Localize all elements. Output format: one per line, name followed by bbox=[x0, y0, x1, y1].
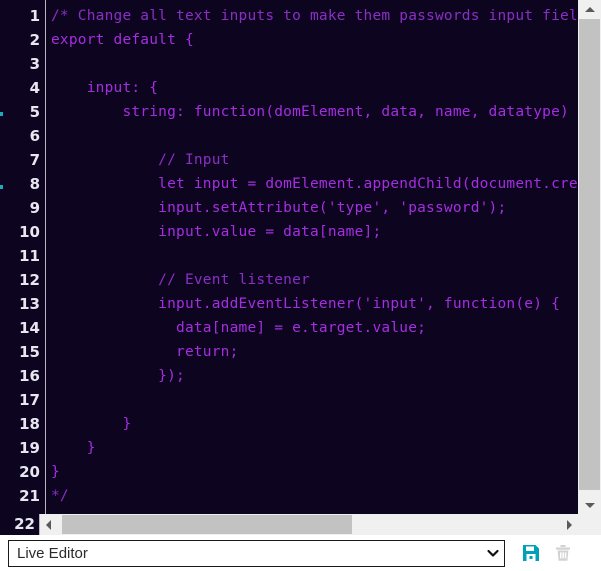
code-editor[interactable]: 1 2 3 4 5 6 7 8 9 10 11 12 13 14 15 16 17 18 19 20 21 /* Cha… bbox=[0, 0, 601, 535]
toolbar-actions bbox=[521, 543, 573, 563]
editor-body[interactable]: 1 2 3 4 5 6 7 8 9 10 11 12 13 14 15 16 17 18 19 20 21 /* Cha… bbox=[0, 0, 578, 514]
code-line[interactable]: }); bbox=[46, 364, 578, 388]
line-number: 2 bbox=[29, 31, 40, 49]
line-number: 13 bbox=[19, 295, 40, 313]
line-number: 7 bbox=[29, 151, 40, 169]
arrow-left-icon bbox=[46, 520, 51, 530]
code-line[interactable]: /* Change all text inputs to make them p… bbox=[46, 4, 578, 28]
scroll-up-button[interactable] bbox=[578, 0, 601, 17]
code-line[interactable] bbox=[46, 244, 578, 268]
code-line[interactable]: data[name] = e.target.value; bbox=[46, 316, 578, 340]
line-number: 12 bbox=[19, 271, 40, 289]
line-number: 18 bbox=[19, 415, 40, 433]
code-line[interactable]: export default { bbox=[46, 28, 578, 52]
line-number: 16 bbox=[19, 367, 40, 385]
scroll-down-button[interactable] bbox=[578, 496, 601, 513]
vertical-scrollbar-thumb[interactable] bbox=[579, 19, 600, 490]
delete-button[interactable] bbox=[553, 543, 573, 563]
line-number: 3 bbox=[29, 55, 40, 73]
code-content[interactable]: /* Change all text inputs to make them p… bbox=[46, 0, 578, 514]
editor-mode-select[interactable]: Live Editor bbox=[8, 539, 505, 567]
code-line[interactable]: return; bbox=[46, 340, 578, 364]
code-line[interactable]: let input = domElement.appendChild(docum… bbox=[46, 172, 578, 196]
scroll-right-button[interactable] bbox=[561, 514, 578, 535]
scroll-left-button[interactable] bbox=[40, 514, 57, 535]
save-floppy-icon bbox=[523, 545, 539, 561]
line-number: 6 bbox=[29, 127, 40, 145]
save-button[interactable] bbox=[521, 543, 541, 563]
code-line[interactable]: } bbox=[46, 436, 578, 460]
line-number: 17 bbox=[19, 391, 40, 409]
line-number: 8 bbox=[29, 175, 40, 193]
code-line[interactable]: string: function(domElement, data, name,… bbox=[46, 100, 578, 124]
code-line[interactable]: */ bbox=[46, 484, 578, 508]
code-line[interactable] bbox=[46, 124, 578, 148]
arrow-up-icon bbox=[585, 7, 595, 12]
chevron-down-icon bbox=[482, 546, 504, 560]
code-line[interactable]: input.addEventListener('input', function… bbox=[46, 292, 578, 316]
line-number: 5 bbox=[29, 103, 40, 121]
line-number: 11 bbox=[19, 247, 40, 265]
line-number-gutter: 1 2 3 4 5 6 7 8 9 10 11 12 13 14 15 16 17 18 19 20 21 bbox=[0, 0, 46, 514]
trash-icon bbox=[556, 545, 570, 561]
horizontal-scrollbar[interactable] bbox=[40, 514, 578, 535]
line-number: 4 bbox=[29, 79, 40, 97]
code-line[interactable]: input.setAttribute('type', 'password'); bbox=[46, 196, 578, 220]
line-number-last: 22 bbox=[14, 515, 35, 533]
line-number: 1 bbox=[29, 7, 40, 25]
horizontal-scrollbar-thumb[interactable] bbox=[62, 515, 352, 534]
code-line[interactable]: // Event listener bbox=[46, 268, 578, 292]
arrow-down-icon bbox=[585, 503, 595, 508]
code-line[interactable] bbox=[46, 52, 578, 76]
editor-toolbar: Live Editor bbox=[0, 535, 601, 571]
code-line[interactable]: input: { bbox=[46, 76, 578, 100]
line-number: 20 bbox=[19, 463, 40, 481]
line-number: 9 bbox=[29, 199, 40, 217]
line-number: 15 bbox=[19, 343, 40, 361]
line-number: 10 bbox=[19, 223, 40, 241]
code-line[interactable]: input.value = data[name]; bbox=[46, 220, 578, 244]
change-marker-strip bbox=[0, 0, 4, 514]
editor-mode-select-value: Live Editor bbox=[17, 544, 88, 562]
line-number: 21 bbox=[19, 487, 40, 505]
change-marker bbox=[0, 185, 3, 189]
line-number: 14 bbox=[19, 319, 40, 337]
vertical-scrollbar[interactable] bbox=[578, 0, 601, 535]
code-line[interactable]: } bbox=[46, 460, 578, 484]
code-line[interactable]: } bbox=[46, 412, 578, 436]
change-marker bbox=[0, 112, 3, 116]
code-line[interactable] bbox=[46, 388, 578, 412]
arrow-right-icon bbox=[567, 520, 572, 530]
line-number: 19 bbox=[19, 439, 40, 457]
code-line[interactable]: // Input bbox=[46, 148, 578, 172]
live-editor-window: 1 2 3 4 5 6 7 8 9 10 11 12 13 14 15 16 17 18 19 20 21 /* Cha… bbox=[0, 0, 601, 571]
